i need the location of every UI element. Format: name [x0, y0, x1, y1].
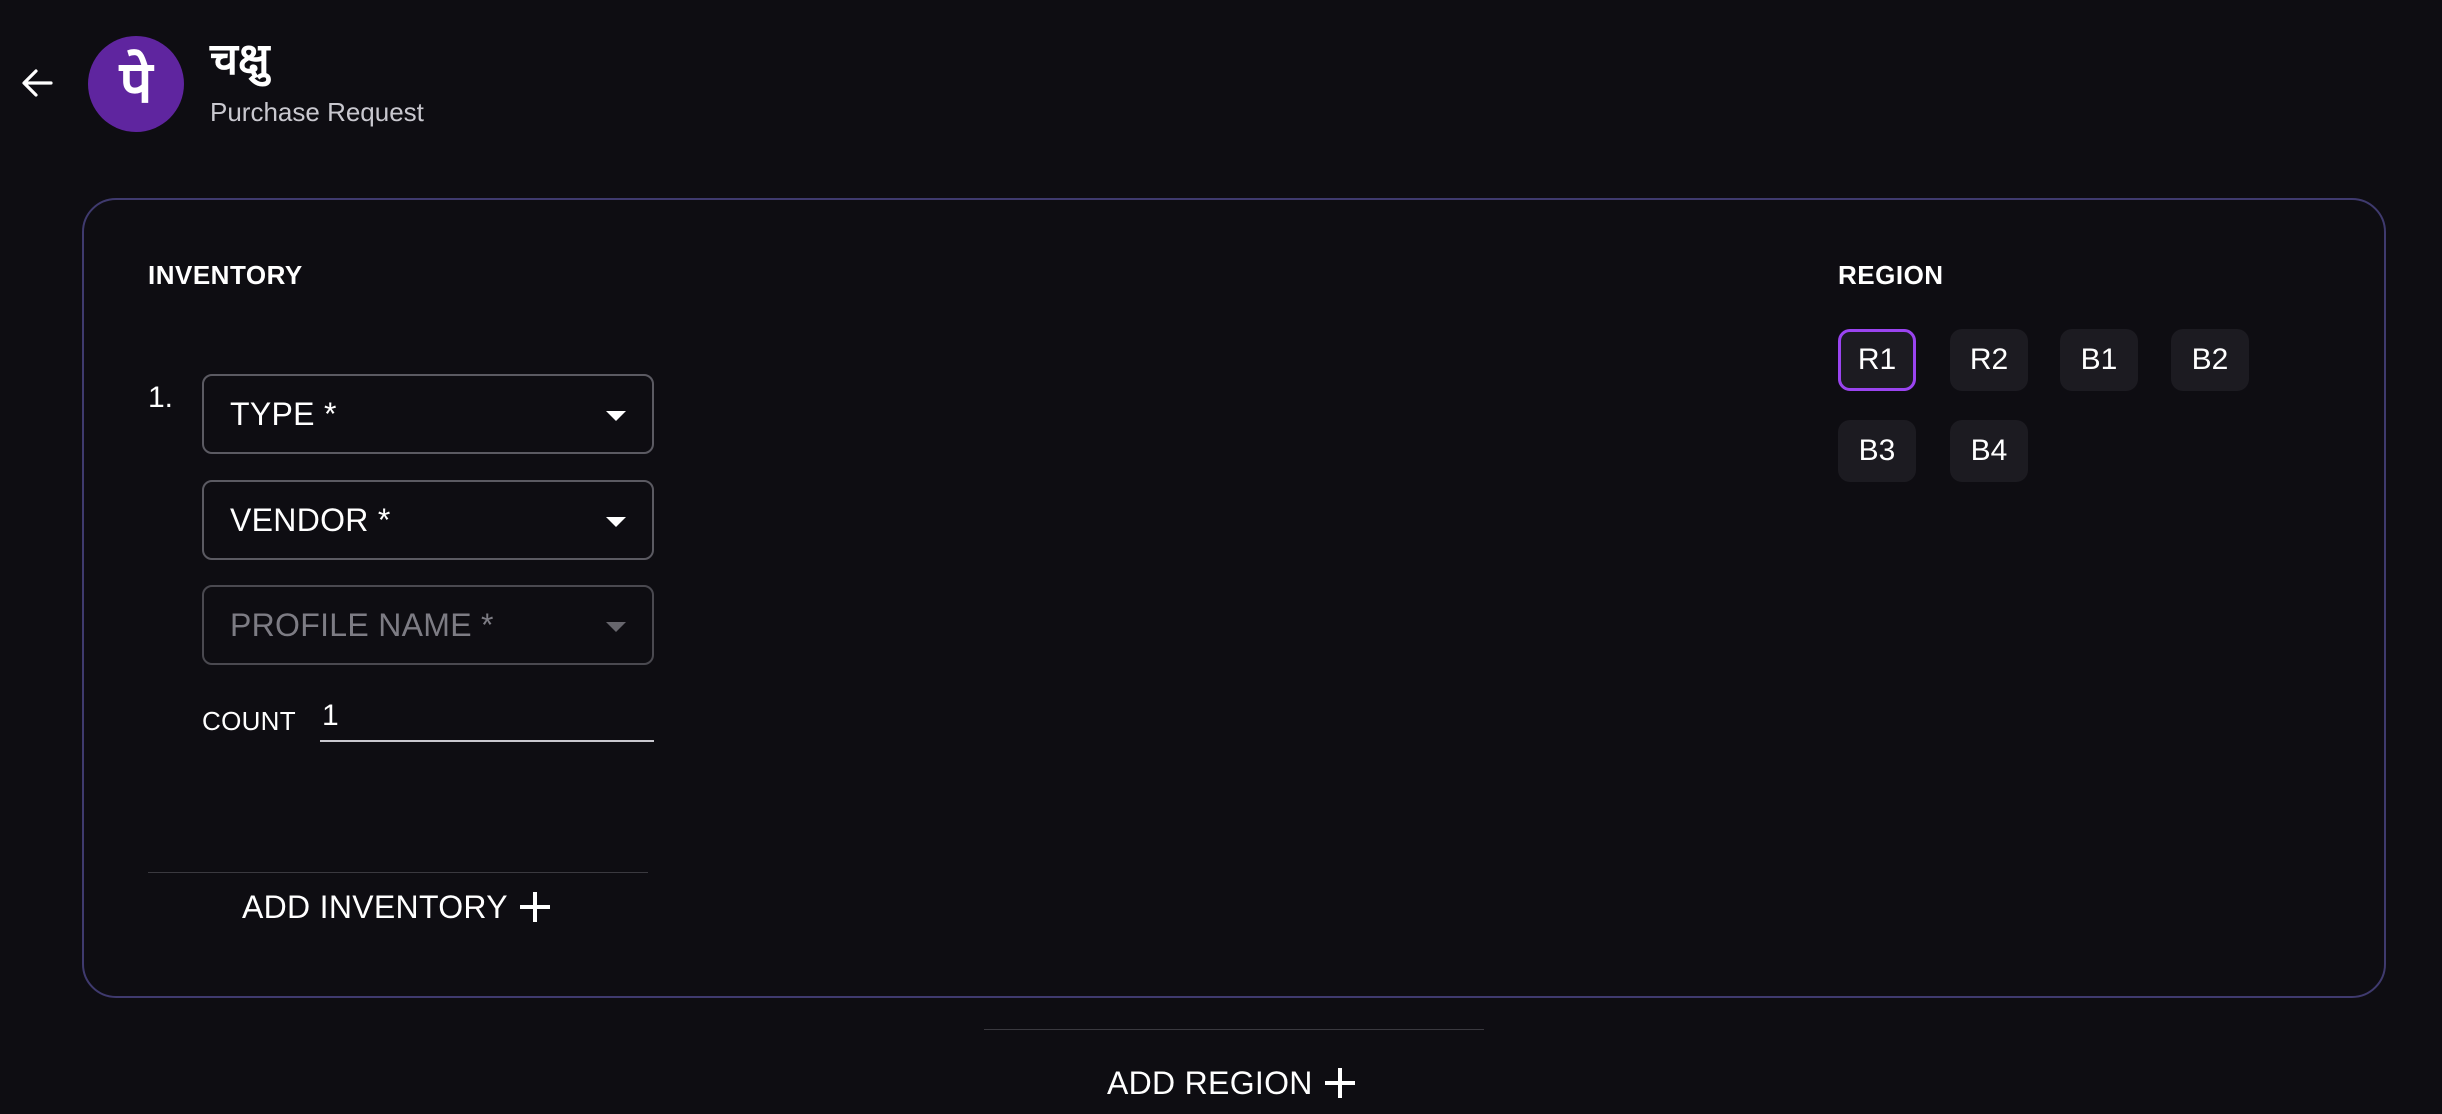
app-logo: पे — [88, 36, 184, 132]
count-label: COUNT — [202, 706, 296, 736]
inventory-title: INVENTORY — [148, 260, 303, 290]
region-chip-b1[interactable]: B1 — [2060, 329, 2138, 391]
region-chip-r2[interactable]: R2 — [1950, 329, 2028, 391]
region-chip-b3[interactable]: B3 — [1838, 420, 1916, 482]
profile-name-select[interactable]: PROFILE NAME * — [202, 585, 654, 665]
type-select-label: TYPE * — [230, 396, 337, 432]
add-region-button[interactable]: ADD REGION — [1107, 1064, 1355, 1102]
purchase-request-card: INVENTORY 1. TYPE * VENDOR * PROFILE NAM… — [82, 198, 2386, 998]
dropdown-caret-icon — [606, 622, 626, 632]
back-button[interactable] — [14, 60, 60, 106]
inventory-item-number: 1. — [148, 381, 174, 414]
region-title: REGION — [1838, 260, 1944, 290]
plus-icon — [1324, 1068, 1355, 1098]
region-divider — [984, 1029, 1484, 1030]
dropdown-caret-icon — [606, 411, 626, 421]
count-input[interactable] — [320, 692, 654, 742]
add-region-label: ADD REGION — [1107, 1065, 1313, 1101]
arrow-left-icon — [22, 69, 53, 97]
add-inventory-label: ADD INVENTORY — [242, 889, 508, 925]
type-select[interactable]: TYPE * — [202, 374, 654, 454]
plus-icon — [519, 892, 550, 922]
profile-name-select-label: PROFILE NAME * — [230, 607, 494, 643]
add-inventory-button[interactable]: ADD INVENTORY — [242, 888, 550, 926]
app-title: चक्षु — [210, 34, 270, 85]
page-subtitle: Purchase Request — [210, 97, 424, 127]
region-chip-b4[interactable]: B4 — [1950, 420, 2028, 482]
dropdown-caret-icon — [606, 517, 626, 527]
region-chip-b2[interactable]: B2 — [2171, 329, 2249, 391]
region-chip-r1[interactable]: R1 — [1838, 329, 1916, 391]
inventory-divider — [148, 872, 648, 873]
vendor-select[interactable]: VENDOR * — [202, 480, 654, 560]
app-header: पे चक्षु Purchase Request — [0, 0, 2442, 170]
vendor-select-label: VENDOR * — [230, 502, 391, 538]
logo-glyph: पे — [119, 48, 153, 116]
